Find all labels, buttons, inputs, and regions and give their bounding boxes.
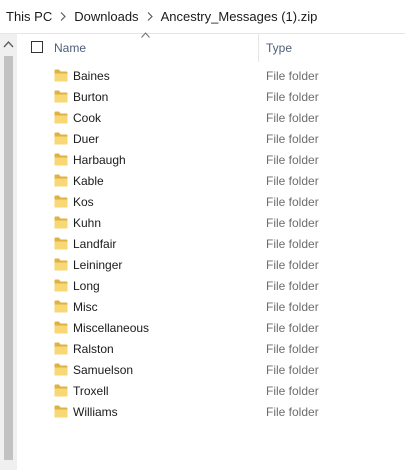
file-name: Miscellaneous (73, 321, 150, 335)
file-type: File folder (266, 258, 319, 272)
chevron-right-icon[interactable] (60, 12, 67, 21)
scroll-up-arrow-icon[interactable] (3, 40, 14, 48)
file-type: File folder (266, 132, 319, 146)
folder-icon (54, 237, 68, 250)
file-type: File folder (266, 342, 319, 356)
list-item[interactable]: Burton File folder (17, 86, 405, 107)
folder-icon (54, 153, 68, 166)
list-item[interactable]: Kos File folder (17, 191, 405, 212)
list-item[interactable]: Cook File folder (17, 107, 405, 128)
file-type: File folder (266, 153, 319, 167)
folder-icon (54, 174, 68, 187)
folder-icon (54, 384, 68, 397)
folder-icon (54, 132, 68, 145)
vertical-scrollbar[interactable] (0, 34, 17, 470)
file-type: File folder (266, 195, 319, 209)
breadcrumb-downloads[interactable]: Downloads (74, 9, 138, 24)
folder-icon (54, 363, 68, 376)
folder-icon (54, 300, 68, 313)
folder-icon (54, 279, 68, 292)
list-item[interactable]: Landfair File folder (17, 233, 405, 254)
folder-icon (54, 195, 68, 208)
folder-icon (54, 90, 68, 103)
file-name: Leininger (73, 258, 123, 272)
folder-icon (54, 342, 68, 355)
file-list: Baines File folder Burton File folder Cook Fi… (17, 65, 405, 422)
list-item[interactable]: Baines File folder (17, 65, 405, 86)
chevron-right-icon[interactable] (147, 12, 153, 21)
list-item[interactable]: Harbaugh File folder (17, 149, 405, 170)
file-name: Misc (73, 300, 98, 314)
file-type: File folder (266, 321, 319, 335)
file-type: File folder (266, 279, 319, 293)
scrollbar-thumb[interactable] (4, 56, 13, 460)
file-name: Baines (73, 69, 110, 83)
column-header-name[interactable]: Name (54, 41, 86, 55)
file-name: Long (73, 279, 100, 293)
file-name: Landfair (73, 237, 117, 251)
file-type: File folder (266, 69, 319, 83)
file-name: Duer (73, 132, 100, 146)
breadcrumb-zip-folder[interactable]: Ancestry_Messages (1).zip (161, 9, 318, 24)
file-type: File folder (266, 90, 319, 104)
list-item[interactable]: Long File folder (17, 275, 405, 296)
file-type: File folder (266, 174, 319, 188)
sort-up-arrow-icon (141, 32, 150, 38)
column-divider[interactable] (258, 34, 259, 62)
file-name: Ralston (73, 342, 114, 356)
folder-icon (54, 321, 68, 334)
list-item[interactable]: Leininger File folder (17, 254, 405, 275)
column-header-type[interactable]: Type (266, 41, 292, 55)
file-type: File folder (266, 363, 319, 377)
list-item[interactable]: Ralston File folder (17, 338, 405, 359)
file-type: File folder (266, 216, 319, 230)
folder-icon (54, 69, 68, 82)
file-name: Troxell (73, 384, 109, 398)
folder-icon (54, 405, 68, 418)
breadcrumb-this-pc[interactable]: This PC (6, 9, 52, 24)
list-item[interactable]: Kable File folder (17, 170, 405, 191)
list-item[interactable]: Duer File folder (17, 128, 405, 149)
file-name: Burton (73, 90, 109, 104)
list-item[interactable]: Misc File folder (17, 296, 405, 317)
list-item[interactable]: Samuelson File folder (17, 359, 405, 380)
file-type: File folder (266, 237, 319, 251)
file-name: Kuhn (73, 216, 102, 230)
breadcrumb: This PC Downloads Ancestry_Messages (1).… (0, 0, 405, 34)
folder-icon (54, 111, 68, 124)
column-header: Name Type (17, 32, 405, 62)
list-item[interactable]: Troxell File folder (17, 380, 405, 401)
file-name: Samuelson (73, 363, 134, 377)
file-type: File folder (266, 300, 319, 314)
file-explorer-window: This PC Downloads Ancestry_Messages (1).… (0, 0, 405, 470)
file-type: File folder (266, 384, 319, 398)
file-type: File folder (266, 405, 319, 419)
file-name: Kos (73, 195, 94, 209)
folder-icon (54, 216, 68, 229)
list-item[interactable]: Kuhn File folder (17, 212, 405, 233)
list-item[interactable]: Miscellaneous File folder (17, 317, 405, 338)
file-name: Williams (73, 405, 118, 419)
file-name: Cook (73, 111, 102, 125)
file-name: Kable (73, 174, 104, 188)
file-name: Harbaugh (73, 153, 126, 167)
list-item[interactable]: Williams File folder (17, 401, 405, 422)
select-all-checkbox[interactable] (31, 41, 43, 53)
file-type: File folder (266, 111, 319, 125)
folder-icon (54, 258, 68, 271)
